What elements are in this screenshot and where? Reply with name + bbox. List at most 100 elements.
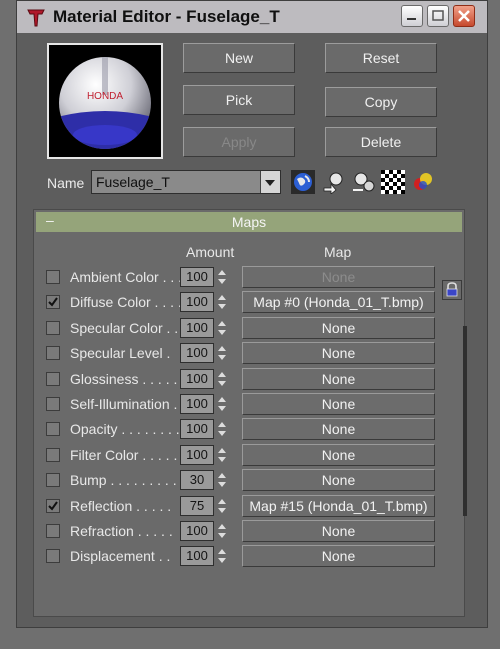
map-channel-row: Refraction . . . . . 100 None <box>34 519 466 544</box>
map-slot-button[interactable]: None <box>242 520 435 542</box>
title-bar[interactable]: Material Editor - Fuselage_T <box>17 1 487 33</box>
new-button[interactable]: New <box>183 43 295 73</box>
amount-spinner[interactable] <box>216 496 228 516</box>
amount-field[interactable]: 100 <box>180 292 214 313</box>
amount-field[interactable]: 100 <box>180 343 214 364</box>
maps-scrollbar[interactable] <box>463 326 467 516</box>
map-channel-label: Filter Color . . . . . <box>70 446 178 463</box>
minimize-icon <box>407 18 416 20</box>
map-enable-checkbox[interactable] <box>46 422 60 437</box>
amount-spinner[interactable] <box>216 419 228 439</box>
material-preview-slot[interactable]: HONDA <box>47 43 163 159</box>
amount-field[interactable]: 100 <box>180 317 214 338</box>
color-balls-icon <box>414 173 432 190</box>
map-enable-checkbox[interactable] <box>46 473 60 488</box>
delete-button[interactable]: Delete <box>325 127 437 157</box>
amount-field[interactable]: 75 <box>180 495 214 516</box>
map-channel-row: Filter Color . . . . . 100 None <box>34 443 466 468</box>
material-name-dropdown[interactable]: Fuselage_T <box>91 170 281 194</box>
map-enable-checkbox[interactable] <box>46 270 60 284</box>
material-name-value: Fuselage_T <box>96 174 170 190</box>
put-material-button[interactable] <box>351 170 375 194</box>
map-slot-button[interactable]: Map #15 (Honda_01_T.bmp) <box>242 494 435 517</box>
amount-spinner[interactable] <box>216 267 228 287</box>
map-channel-row: Glossiness . . . . . 100 None <box>34 367 466 392</box>
amount-spinner[interactable] <box>216 546 228 566</box>
map-enable-checkbox[interactable] <box>46 371 60 386</box>
map-column-header: Map <box>324 244 352 260</box>
map-slot-button[interactable]: None <box>242 469 435 492</box>
map-enable-checkbox[interactable] <box>46 549 60 564</box>
globe-icon <box>291 170 315 194</box>
amount-spinner[interactable] <box>216 292 228 312</box>
material-map-navigator-button[interactable] <box>411 170 435 194</box>
map-slot-button[interactable]: None <box>242 443 435 466</box>
amount-spinner[interactable] <box>216 521 228 541</box>
map-slot-button[interactable]: None <box>242 316 435 339</box>
amount-field[interactable]: 100 <box>180 444 214 465</box>
material-type-button[interactable] <box>291 170 315 194</box>
map-slot-button[interactable]: None <box>242 266 435 288</box>
spinner-arrows-icon <box>218 498 226 513</box>
map-channel-row: Displacement . . 100 None <box>34 544 466 569</box>
map-slot-button[interactable]: None <box>242 418 435 441</box>
amount-field[interactable]: 100 <box>180 267 214 287</box>
spinner-arrows-icon <box>218 422 226 437</box>
amount-spinner[interactable] <box>216 394 228 414</box>
get-material-button[interactable] <box>321 170 345 195</box>
map-slot-button[interactable]: None <box>242 342 435 365</box>
copy-button[interactable]: Copy <box>325 87 437 117</box>
amount-spinner[interactable] <box>216 445 228 465</box>
window-title: Material Editor - Fuselage_T <box>53 7 280 26</box>
spinner-arrows-icon <box>218 549 226 564</box>
map-enable-checkbox[interactable] <box>46 524 60 538</box>
amount-field[interactable]: 100 <box>180 521 214 541</box>
map-enable-checkbox[interactable] <box>46 295 60 310</box>
map-channel-label: Displacement . . <box>70 548 171 565</box>
amount-field[interactable]: 100 <box>180 419 214 440</box>
map-channel-row: Diffuse Color . . . . 100 Map #0 (Honda_01… <box>34 290 466 315</box>
amount-spinner[interactable] <box>216 343 228 363</box>
map-channel-label: Glossiness . . . . . <box>70 370 178 387</box>
material-editor-app-icon <box>27 9 45 27</box>
map-channel-label: Bump . . . . . . . . . <box>70 472 177 489</box>
map-slot-button[interactable]: None <box>242 393 435 415</box>
preview-sphere-text: HONDA <box>87 91 123 102</box>
map-channel-row: Specular Color . . 100 None <box>34 316 466 341</box>
close-button[interactable] <box>453 5 475 27</box>
map-channel-label: Diffuse Color . . . . <box>70 294 182 311</box>
map-slot-button[interactable]: None <box>242 545 435 568</box>
amount-field[interactable]: 100 <box>180 394 214 414</box>
map-channel-label: Reflection . . . . . <box>70 497 172 514</box>
map-channel-row: Ambient Color . . . 100 None <box>34 265 466 290</box>
amount-field[interactable]: 30 <box>180 470 214 491</box>
amount-spinner[interactable] <box>216 318 228 338</box>
dropdown-arrow-button[interactable] <box>260 171 280 193</box>
amount-field[interactable]: 100 <box>180 546 214 567</box>
maximize-button[interactable] <box>427 5 449 27</box>
amount-column-header: Amount <box>186 244 235 260</box>
pick-button[interactable]: Pick <box>183 85 295 115</box>
amount-spinner[interactable] <box>216 470 228 490</box>
minimize-button[interactable] <box>401 5 423 27</box>
map-enable-checkbox[interactable] <box>46 397 60 411</box>
map-channel-label: Specular Color . . <box>70 319 179 336</box>
get-material-icon <box>323 172 343 195</box>
map-enable-checkbox[interactable] <box>46 498 60 513</box>
map-enable-checkbox[interactable] <box>46 320 60 335</box>
map-slot-button[interactable]: None <box>242 367 435 390</box>
checkmark-icon <box>48 501 58 511</box>
apply-button[interactable]: Apply <box>183 127 295 157</box>
map-enable-checkbox[interactable] <box>46 447 60 462</box>
maps-rollout-header[interactable]: – Maps <box>36 212 462 232</box>
map-enable-checkbox[interactable] <box>46 346 60 361</box>
spinner-arrows-icon <box>218 473 226 488</box>
amount-spinner[interactable] <box>216 369 228 389</box>
spinner-arrows-icon <box>218 270 226 284</box>
reset-button[interactable]: Reset <box>325 43 437 73</box>
spinner-arrows-icon <box>218 371 226 386</box>
background-toggle-button[interactable] <box>381 170 405 194</box>
map-slot-button[interactable]: Map #0 (Honda_01_T.bmp) <box>242 291 435 314</box>
amount-field[interactable]: 100 <box>180 368 214 389</box>
map-channel-label: Specular Level . <box>70 345 171 362</box>
